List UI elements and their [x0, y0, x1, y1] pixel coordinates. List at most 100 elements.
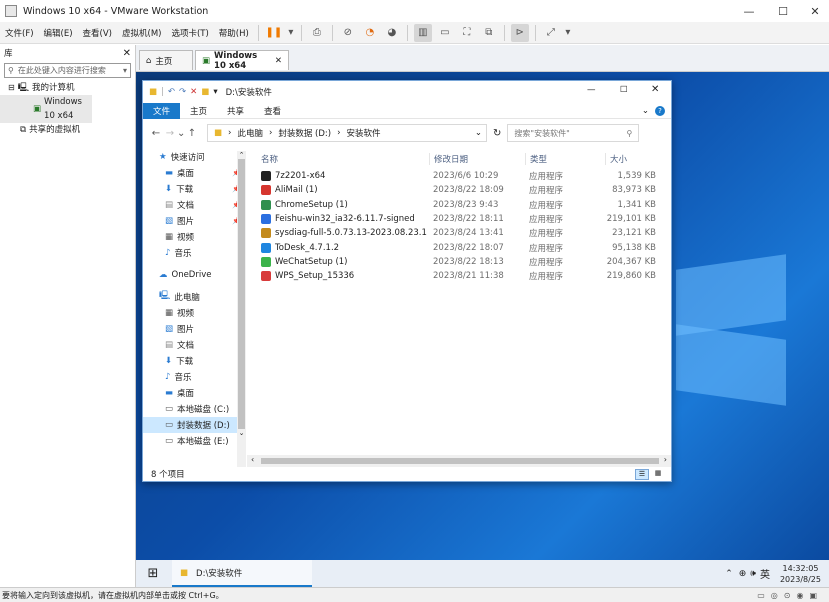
- column-header-date[interactable]: 修改日期: [429, 153, 525, 165]
- column-header-name[interactable]: 名称: [253, 153, 429, 165]
- horizontal-scrollbar[interactable]: ‹ ›: [247, 455, 671, 467]
- library-search-input[interactable]: ⚲ 在此处键入内容进行搜索 ▾: [4, 63, 131, 78]
- nav-quick-access[interactable]: ★ 快速访问: [143, 149, 247, 165]
- file-row[interactable]: sysdiag-full-5.0.73.13-2023.08.23.1 2023/…: [253, 226, 668, 240]
- taskbar-item-explorer[interactable]: ■ D:\安装软件: [172, 560, 312, 587]
- file-row[interactable]: 7z2201-x64 2023/6/6 10:29 应用程序 1,539 KB: [253, 169, 668, 183]
- console-view-icon[interactable]: ⊳: [510, 23, 529, 42]
- snapshot-disabled-icon[interactable]: ⊘: [339, 24, 357, 42]
- scroll-left-icon[interactable]: ‹: [251, 455, 254, 464]
- undo-icon[interactable]: ↶: [168, 87, 175, 97]
- recent-dropdown-icon[interactable]: ⌄: [177, 128, 185, 139]
- tab-vm[interactable]: ▣ Windows 10 x64 ✕: [195, 50, 289, 71]
- ime-indicator[interactable]: 英: [760, 566, 770, 581]
- windows-start-icon[interactable]: ⊞: [136, 566, 170, 581]
- nav-qa-downloads[interactable]: ⬇下载📌: [143, 181, 247, 197]
- thumbnail-view-icon[interactable]: ▭: [436, 24, 454, 42]
- menu-edit[interactable]: 编辑(E): [39, 27, 78, 39]
- volume-icon[interactable]: 🕪: [750, 569, 756, 579]
- menu-view[interactable]: 查看(V): [78, 27, 117, 39]
- redo-icon[interactable]: ↷: [179, 87, 186, 97]
- ribbon-tab-view[interactable]: 查看: [254, 103, 291, 119]
- nav-pc-documents[interactable]: ▤ 文档: [143, 337, 247, 353]
- file-row[interactable]: WeChatSetup (1) 2023/8/22 18:13 应用程序 204,36…: [253, 255, 668, 269]
- nav-pc-downloads[interactable]: ⬇ 下载: [143, 353, 247, 369]
- file-row[interactable]: WPS_Setup_15336 2023/8/21 11:38 应用程序 219,86…: [253, 269, 668, 283]
- address-bar[interactable]: ■ › 此电脑 › 封装数据 (D:) › 安装软件 ⌄: [207, 124, 487, 142]
- nav-pc-videos[interactable]: ▦ 视频: [143, 305, 247, 321]
- menu-tabs[interactable]: 选项卡(T): [166, 27, 213, 39]
- menu-file[interactable]: 文件(F): [0, 27, 39, 39]
- minimize-button[interactable]: —: [730, 0, 768, 22]
- file-row[interactable]: ToDesk_4.7.1.2 2023/8/22 18:07 应用程序 95,138 …: [253, 240, 668, 254]
- tray-chevron-up-icon[interactable]: ⌃: [725, 569, 733, 579]
- nav-drive-c[interactable]: ▭ 本地磁盘 (C:): [143, 401, 247, 417]
- nav-qa-documents[interactable]: ▤文档📌: [143, 197, 247, 213]
- nav-pc-pictures[interactable]: ▧ 图片: [143, 321, 247, 337]
- close-icon[interactable]: ✕: [275, 56, 282, 66]
- forward-arrow-icon[interactable]: →: [163, 128, 177, 139]
- scroll-thumb[interactable]: [238, 159, 245, 429]
- large-icons-view-icon[interactable]: ▦: [651, 469, 665, 480]
- tab-home[interactable]: ⌂ 主页: [139, 50, 193, 70]
- nav-scrollbar[interactable]: ⌃ ⌄: [237, 151, 246, 467]
- scroll-right-icon[interactable]: ›: [664, 455, 667, 464]
- breadcrumb-this-pc[interactable]: 此电脑: [237, 127, 263, 139]
- tree-item-my-computer[interactable]: ⊟ 🖳 我的计算机: [0, 81, 135, 95]
- tree-item-shared-vms[interactable]: ⧉ 共享的虚拟机: [0, 123, 135, 137]
- pause-icon[interactable]: ❚❚: [265, 24, 283, 42]
- nav-pc-desktop[interactable]: ▬ 桌面: [143, 385, 247, 401]
- nav-drive-d[interactable]: ▭ 封装数据 (D:): [143, 417, 237, 433]
- tree-item-vm[interactable]: ▣ Windows 10 x64: [0, 95, 92, 123]
- explorer-close-button[interactable]: ✕: [651, 84, 659, 95]
- refresh-icon[interactable]: ↻: [493, 128, 501, 139]
- menu-vm[interactable]: 虚拟机(M): [117, 27, 166, 39]
- network-icon[interactable]: ⊕: [739, 569, 747, 579]
- unity-icon[interactable]: ⧉: [480, 24, 498, 42]
- ribbon-tab-file[interactable]: 文件: [143, 102, 181, 119]
- snapshot-manager-icon[interactable]: ◕: [383, 24, 401, 42]
- file-row[interactable]: Feishu-win32_ia32-6.11.7-signed 2023/8/22…: [253, 212, 668, 226]
- nav-qa-music[interactable]: ♪ 音乐: [143, 245, 247, 261]
- send-ctrl-alt-del-icon[interactable]: ⎙: [308, 24, 326, 42]
- explorer-maximize-button[interactable]: ☐: [620, 85, 628, 95]
- breadcrumb-folder[interactable]: 安装软件: [347, 127, 381, 139]
- ribbon-tab-home[interactable]: 主页: [180, 103, 217, 119]
- library-view-icon[interactable]: ▥: [413, 23, 432, 42]
- file-row[interactable]: AliMail (1) 2023/8/22 18:09 应用程序 83,973 KB: [253, 183, 668, 197]
- nav-qa-desktop[interactable]: ▬桌面📌: [143, 165, 247, 181]
- explorer-search-input[interactable]: 搜索"安装软件" ⚲: [507, 124, 640, 142]
- file-row[interactable]: ChromeSetup (1) 2023/8/23 9:43 应用程序 1,341 K…: [253, 198, 668, 212]
- chevron-down-icon[interactable]: ▾: [287, 24, 295, 42]
- nav-this-pc[interactable]: 🖳 此电脑: [143, 289, 247, 305]
- collapse-icon[interactable]: ⊟: [8, 81, 15, 95]
- stretch-guest-icon[interactable]: ⤢: [542, 24, 560, 42]
- address-dropdown-icon[interactable]: ⌄: [475, 128, 482, 138]
- column-header-size[interactable]: 大小: [605, 153, 656, 165]
- delete-icon[interactable]: ✕: [190, 87, 197, 97]
- nav-pc-music[interactable]: ♪ 音乐: [143, 369, 247, 385]
- ribbon-tab-share[interactable]: 共享: [217, 103, 254, 119]
- nav-onedrive[interactable]: ☁ OneDrive: [143, 267, 247, 283]
- scroll-up-icon[interactable]: ⌃: [237, 151, 246, 159]
- details-view-icon[interactable]: ☰: [635, 468, 649, 480]
- clock[interactable]: 14:32:05 2023/8/25: [780, 563, 821, 585]
- nav-qa-videos[interactable]: ▦ 视频: [143, 229, 247, 245]
- chevron-down-icon[interactable]: ▾: [564, 24, 572, 42]
- back-arrow-icon[interactable]: ←: [149, 128, 163, 139]
- fullscreen-icon[interactable]: ⛶: [458, 24, 476, 42]
- up-arrow-icon[interactable]: ↑: [185, 128, 199, 139]
- column-header-type[interactable]: 类型: [525, 153, 605, 165]
- explorer-minimize-button[interactable]: —: [587, 85, 596, 95]
- snapshot-revert-icon[interactable]: ◔: [361, 24, 379, 42]
- chevron-down-icon[interactable]: ▾: [123, 66, 127, 75]
- new-folder-icon[interactable]: ■: [201, 87, 209, 97]
- device-status-icons[interactable]: ▭◎⊙◉▣: [757, 591, 823, 600]
- menu-help[interactable]: 帮助(H): [214, 27, 254, 39]
- close-icon[interactable]: ✕: [123, 48, 131, 59]
- qat-dropdown-icon[interactable]: ▾: [213, 87, 217, 97]
- scroll-thumb[interactable]: [261, 458, 659, 464]
- help-icon[interactable]: ?: [655, 105, 665, 116]
- close-button[interactable]: ✕: [796, 0, 829, 22]
- nav-drive-e[interactable]: ▭ 本地磁盘 (E:): [143, 433, 247, 449]
